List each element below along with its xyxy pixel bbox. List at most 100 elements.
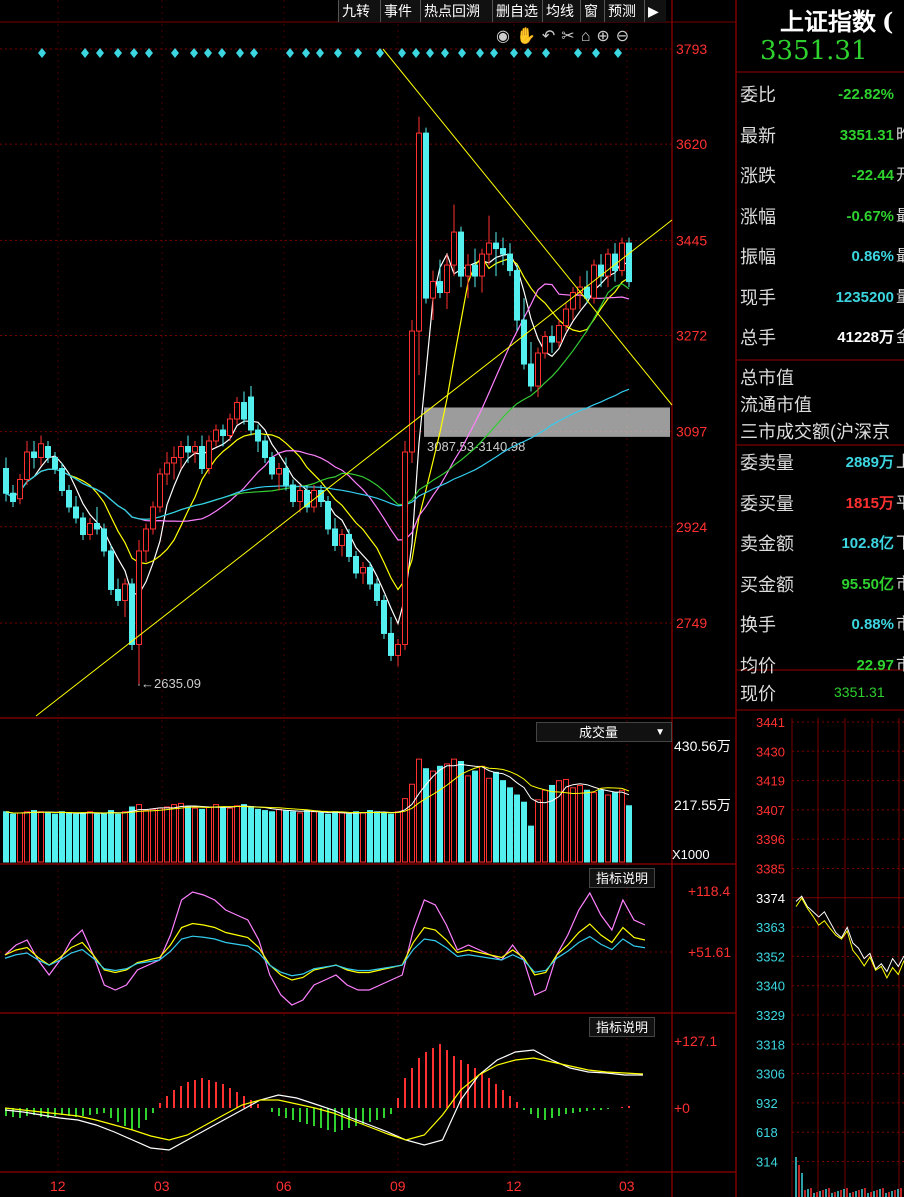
volume-tick: 217.55万 [674, 797, 731, 813]
volume-bar [31, 810, 37, 863]
undo-icon[interactable]: ↶ [542, 28, 561, 45]
candle-body [192, 446, 198, 453]
volume-bar [248, 806, 254, 863]
candle-body [507, 253, 513, 272]
eye-icon[interactable]: ◉ [496, 28, 516, 45]
candle-body [570, 292, 576, 310]
candle-body [514, 270, 520, 321]
intraday-tick: 3363 [756, 920, 785, 935]
hand-icon[interactable]: ✋ [516, 28, 542, 45]
volume-bar [360, 812, 366, 863]
intraday-tick: 3340 [756, 979, 785, 994]
zoom-out-icon[interactable]: ⊖ [616, 28, 635, 45]
indicator-1-tick: +51.61 [688, 944, 731, 960]
quote-row-3: 涨幅 -0.67% 最 [740, 199, 904, 235]
candle-body [374, 583, 380, 601]
candle-body [171, 457, 177, 464]
candle-body [129, 583, 135, 645]
price-zone [424, 407, 670, 437]
volume-bar [220, 806, 226, 863]
candle-body [24, 451, 30, 481]
candle-body [290, 484, 296, 502]
toolbar-button-1[interactable]: 事件 [380, 0, 420, 22]
intraday-tick: 3419 [756, 774, 785, 789]
event-diamond-icon [476, 48, 484, 58]
volume-selector[interactable]: 成交量 ▼ [536, 722, 672, 742]
candle-body [283, 468, 289, 486]
event-diamond-icon [542, 48, 550, 58]
volume-bar [3, 811, 9, 863]
volume-bar [626, 805, 632, 863]
volume-bar [409, 783, 415, 863]
candle-body [206, 440, 212, 470]
quote-row-tail: 最 [895, 248, 904, 265]
volume-bar [346, 813, 352, 863]
volume-bar [178, 802, 184, 863]
quote-row-value: 41228万 [837, 329, 894, 346]
quote-row2-label: 换手 [740, 615, 776, 635]
event-diamond-icon [171, 48, 179, 58]
quote-row2-value: 102.8亿 [841, 535, 894, 552]
volume-bar [528, 825, 534, 863]
toolbar-button-5[interactable]: 窗 [580, 0, 604, 22]
quote-row2-label: 委买量 [740, 493, 794, 514]
lock-icon[interactable]: ⌂ [581, 28, 597, 45]
volume-bar [129, 806, 135, 863]
indicator-1-tick: +118.4 [688, 883, 730, 899]
zoom-in-icon[interactable]: ⊕ [596, 28, 615, 45]
indicator-2-tick: +127.1 [674, 1033, 717, 1049]
volume-bar [87, 811, 93, 863]
volume-bar [59, 811, 65, 863]
volume-bar [444, 763, 450, 863]
toolbar-button-2[interactable]: 热点回溯 [420, 0, 492, 22]
toolbar-button-6[interactable]: 预测 [604, 0, 644, 22]
candle-body [521, 319, 527, 365]
candle-body [346, 533, 352, 557]
volume-bar [479, 765, 485, 863]
quote-row-value: -22.44 [851, 167, 894, 184]
current-price-value: 3351.31 [834, 684, 885, 700]
volume-bar [563, 778, 569, 863]
event-diamond-icon [218, 48, 226, 58]
quote-row-tail: 开 [895, 167, 904, 184]
pin-icon[interactable]: ▶ [644, 0, 666, 22]
candle-body [185, 446, 191, 453]
candle-body [353, 555, 359, 574]
indicator-1-info[interactable]: 指标说明 [589, 868, 656, 888]
candle-body [38, 443, 44, 459]
candle-body [409, 330, 415, 453]
quote-title: 上证指数( [780, 7, 894, 36]
toolbar-button-0[interactable]: 九转 [338, 0, 380, 22]
volume-bar [52, 813, 58, 863]
candle-body [395, 643, 401, 656]
indicator-2-info[interactable]: 指标说明 [589, 1017, 656, 1037]
volume-bar [150, 808, 156, 863]
volume-bar [241, 804, 247, 863]
intraday-tick: 3407 [756, 803, 785, 818]
price-axis-label: 3272 [676, 327, 707, 343]
quote-row-1: 最新 3351.31 昨 [740, 118, 904, 154]
candle-body [213, 429, 219, 442]
quote-row-value: 1235200 [835, 288, 894, 306]
volume-bar [437, 765, 443, 863]
candle-body [486, 242, 492, 255]
candle-body [164, 462, 170, 475]
volume-bar [171, 804, 177, 863]
candle-body [556, 325, 562, 343]
toolbar-button-3[interactable]: 删自选 [492, 0, 542, 22]
candle-body [444, 264, 450, 294]
volume-tick: 430.56万 [674, 738, 731, 754]
indicator-1-k-line [4, 935, 646, 977]
candle-body [220, 429, 226, 437]
candle-body [262, 440, 268, 459]
candle-body [80, 517, 86, 535]
event-diamond-icon [592, 48, 600, 58]
event-diamond-icon [316, 48, 324, 58]
quote-row2-label: 委卖量 [740, 453, 794, 473]
toolbar-button-4[interactable]: 均线 [542, 0, 580, 22]
candle-body [52, 457, 58, 470]
volume-bar [339, 812, 345, 863]
scissors-icon[interactable]: ✂ [561, 28, 580, 45]
intraday-avg-line [795, 897, 904, 979]
quote-row-tail: 量 [895, 288, 904, 306]
